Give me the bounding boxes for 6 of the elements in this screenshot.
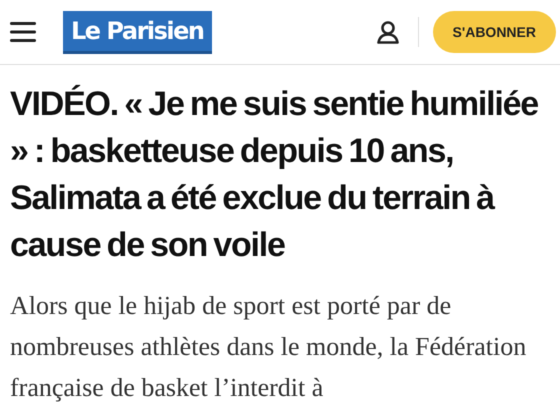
site-logo[interactable]: Le Parisien — [63, 10, 212, 54]
article-lead: Alors que le hijab de sport est porté par de nombreuses athlètes dans le monde, la Fédération française de basket l’interdit à — [10, 290, 528, 404]
article-headline: VIDÉO. « Je me suis sentie humiliée » : basketteuse depuis 10 ans, Salimata a été exclue du terrain à cause de son voile — [10, 84, 540, 266]
menu-icon[interactable] — [10, 22, 36, 42]
subscribe-button[interactable]: S'ABONNER — [432, 11, 556, 53]
user-icon[interactable] — [376, 20, 400, 44]
